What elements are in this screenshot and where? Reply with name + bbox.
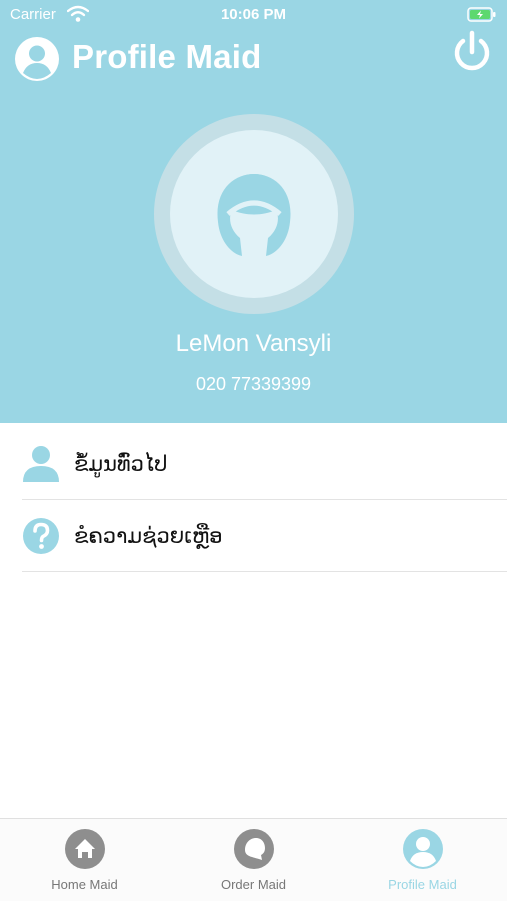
person-icon xyxy=(23,446,59,482)
battery-icon xyxy=(467,7,496,22)
profile-photo-inner xyxy=(170,130,338,298)
title-row: Profile Maid xyxy=(0,30,507,86)
help-icon xyxy=(23,518,59,554)
menu-label-help: ຂໍຄວາມຊ່ວຍເຫຼືອ xyxy=(74,524,223,548)
status-bar: Carrier 10:06 PM xyxy=(0,0,507,30)
menu-item-general-info[interactable]: ຂໍ້ມູນທົ່ວໄປ xyxy=(22,428,507,500)
profile-header: Carrier 10:06 PM Profile Maid LeMon Vans… xyxy=(0,0,507,423)
order-icon xyxy=(234,829,274,869)
logout-power-button[interactable] xyxy=(450,30,494,74)
user-avatar-icon xyxy=(15,37,59,81)
tab-home-maid[interactable]: Home Maid xyxy=(0,819,169,901)
divider xyxy=(22,571,507,572)
status-time: 10:06 PM xyxy=(220,6,287,23)
profile-phone: 020 77339399 xyxy=(195,374,312,394)
profile-photo[interactable] xyxy=(154,114,354,314)
tab-label-order: Order Maid xyxy=(220,877,287,892)
home-icon xyxy=(65,829,105,869)
menu-label-general-info: ຂໍ້ມູນທົ່ວໄປ xyxy=(74,452,168,476)
page-title: Profile Maid xyxy=(72,38,262,75)
tab-order-maid[interactable]: Order Maid xyxy=(169,819,338,901)
maid-avatar-icon xyxy=(217,174,291,256)
tab-label-home: Home Maid xyxy=(51,877,118,892)
tab-bar: Home Maid Order Maid Profile Maid xyxy=(0,818,507,901)
profile-icon xyxy=(403,829,443,869)
tab-profile-maid[interactable]: Profile Maid xyxy=(338,819,507,901)
menu-item-help[interactable]: ຂໍຄວາມຊ່ວຍເຫຼືອ xyxy=(22,500,507,572)
profile-name: LeMon Vansyli xyxy=(175,330,332,357)
tab-label-profile: Profile Maid xyxy=(388,877,457,892)
